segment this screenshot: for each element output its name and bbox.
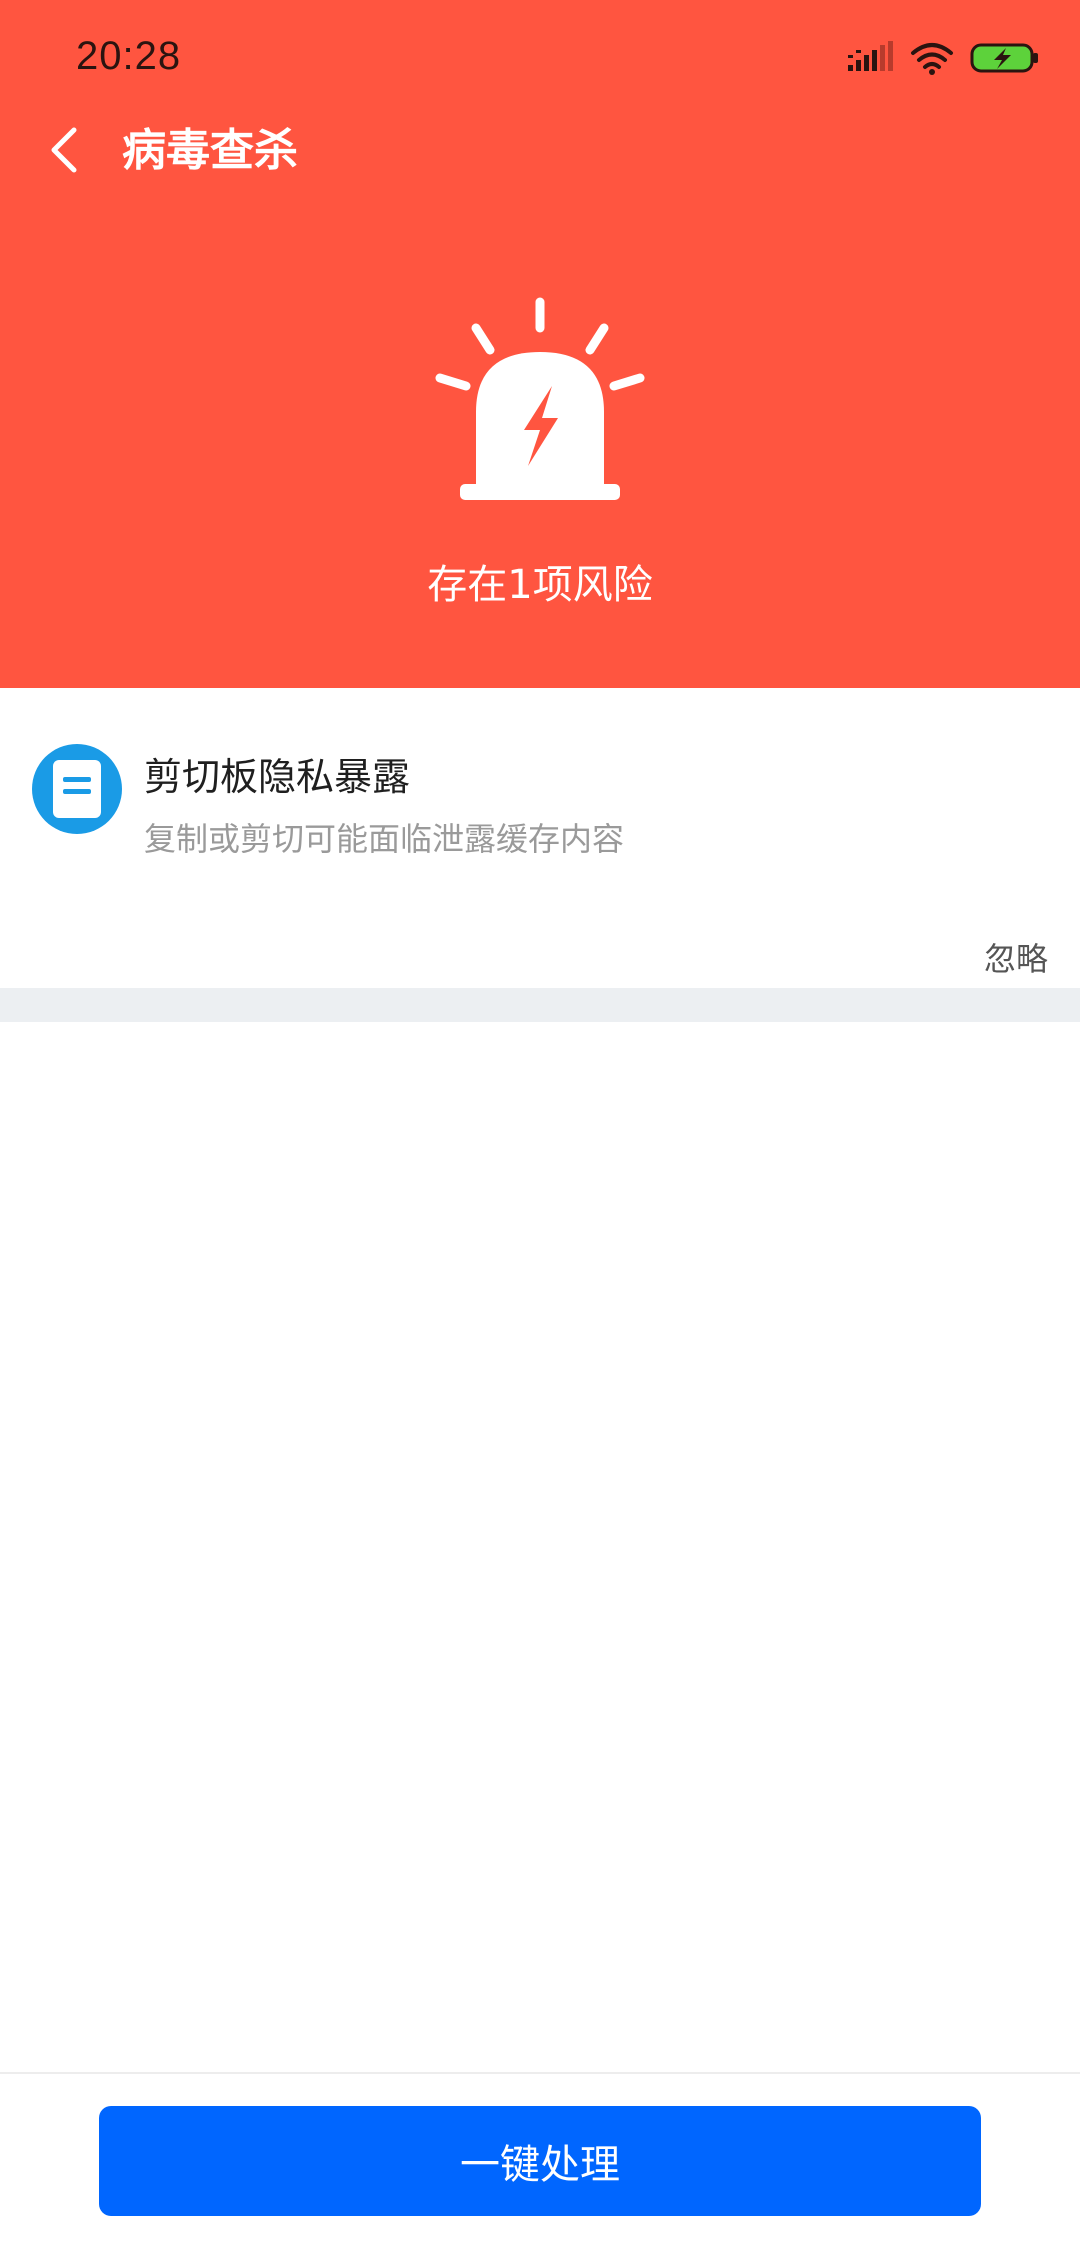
wifi-icon bbox=[911, 43, 953, 75]
status-time: 20:28 bbox=[76, 34, 182, 78]
status-icons bbox=[848, 38, 1040, 78]
section-divider bbox=[0, 988, 1080, 1022]
status-bar: 20:28 bbox=[0, 0, 1080, 110]
risk-item: 剪切板隐私暴露 复制或剪切可能面临泄露缓存内容 忽略 bbox=[0, 688, 1080, 988]
nav-bar: 病毒查杀 bbox=[0, 100, 1080, 196]
risk-title: 剪切板隐私暴露 bbox=[144, 755, 411, 799]
ignore-button[interactable]: 忽略 bbox=[984, 934, 1048, 980]
risk-header: 20:28 病毒查杀 存在1项风险 bbox=[0, 0, 1080, 688]
battery-charging-icon bbox=[970, 43, 1038, 73]
signal-icon bbox=[848, 41, 893, 71]
risk-description: 复制或剪切可能面临泄露缓存内容 bbox=[144, 820, 625, 858]
page-title: 病毒查杀 bbox=[122, 125, 298, 176]
clipboard-icon bbox=[32, 744, 122, 834]
chevron-left-icon[interactable] bbox=[40, 108, 84, 188]
one-click-fix-button[interactable]: 一键处理 bbox=[99, 2106, 981, 2216]
risk-summary: 存在1项风险 bbox=[427, 562, 653, 608]
footer-divider bbox=[0, 2072, 1080, 2074]
alarm-light-icon bbox=[435, 297, 645, 500]
